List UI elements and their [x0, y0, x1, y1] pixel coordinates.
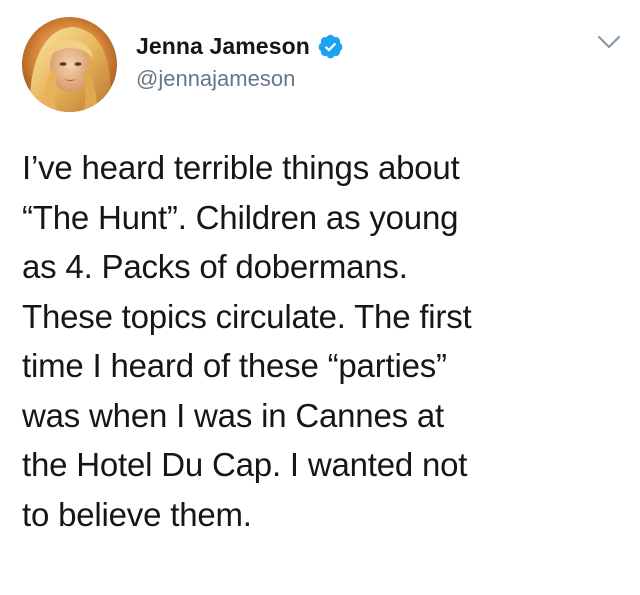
tweet-text-line: as 4. Packs of dobermans. — [22, 248, 408, 285]
user-handle[interactable]: @jennajameson — [136, 66, 344, 92]
verified-badge-icon — [317, 33, 344, 60]
name-row: Jenna Jameson — [136, 32, 344, 60]
tweet-text-line: was when I was in Cannes at — [22, 396, 444, 434]
chevron-down-icon[interactable] — [597, 33, 621, 51]
tweet-text-line: “The Hunt”. Children as young — [22, 198, 459, 236]
tweet-text-line: I’ve heard terrible things about — [22, 149, 460, 186]
tweet-text-line: time I heard of these “parties” — [22, 347, 447, 384]
author-avatar[interactable] — [22, 17, 117, 112]
author-info[interactable]: Jenna Jameson @jennajameson — [136, 32, 344, 92]
tweet-text: I’ve heard terrible things about “The Hu… — [22, 143, 632, 539]
profile-photo-icon — [22, 17, 117, 112]
tweet-text-line: These topics circulate. The first — [22, 297, 472, 335]
tweet-text-line: the Hotel Du Cap. I wanted not — [22, 446, 468, 483]
tweet-text-line: to believe them. — [22, 495, 252, 533]
tweet-card: Jenna Jameson @jennajameson I’ve heard t… — [0, 0, 640, 595]
display-name[interactable]: Jenna Jameson — [136, 32, 310, 60]
